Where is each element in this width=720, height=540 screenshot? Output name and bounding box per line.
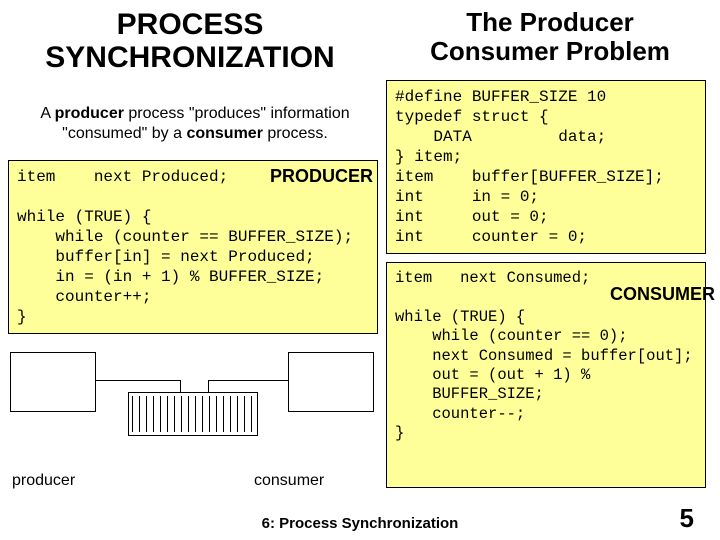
title-right: The Producer Consumer Problem [400, 8, 700, 65]
desc-bold1: producer [55, 105, 124, 122]
consumer-label: consumer [254, 472, 324, 490]
definitions-code: #define BUFFER_SIZE 10 typedef struct { … [386, 80, 706, 254]
buffer-box [128, 392, 258, 436]
title-right-line1: The Producer [400, 8, 700, 37]
connector-line [208, 380, 288, 381]
desc-mid1: process "produces" information [124, 105, 350, 122]
producer-box [10, 352, 96, 412]
slide: PROCESS SYNCHRONIZATION The Producer Con… [0, 0, 720, 540]
page-number: 5 [680, 503, 694, 534]
title-right-line2: Consumer Problem [400, 37, 700, 66]
title-left: PROCESS SYNCHRONIZATION [10, 8, 370, 74]
desc-line2-pre: "consumed" by a [62, 125, 186, 142]
connector-line [96, 380, 180, 381]
connector-line [180, 380, 181, 392]
producer-label: producer [12, 472, 75, 490]
buffer-stripes [132, 396, 254, 432]
title-left-line1: PROCESS [10, 8, 370, 41]
desc-pre1: A [40, 105, 54, 122]
consumer-box [288, 352, 374, 412]
title-left-line2: SYNCHRONIZATION [10, 41, 370, 74]
desc-line2-post: process. [263, 125, 328, 142]
connector-line [208, 380, 209, 392]
footer: 6: Process Synchronization [0, 515, 720, 532]
desc-bold2: consumer [186, 125, 262, 142]
producer-role-label: PRODUCER [270, 166, 373, 187]
producer-consumer-diagram: producer consumer [8, 350, 378, 498]
description: A producer process "produces" informatio… [20, 104, 370, 144]
consumer-role-label: CONSUMER [610, 284, 715, 305]
